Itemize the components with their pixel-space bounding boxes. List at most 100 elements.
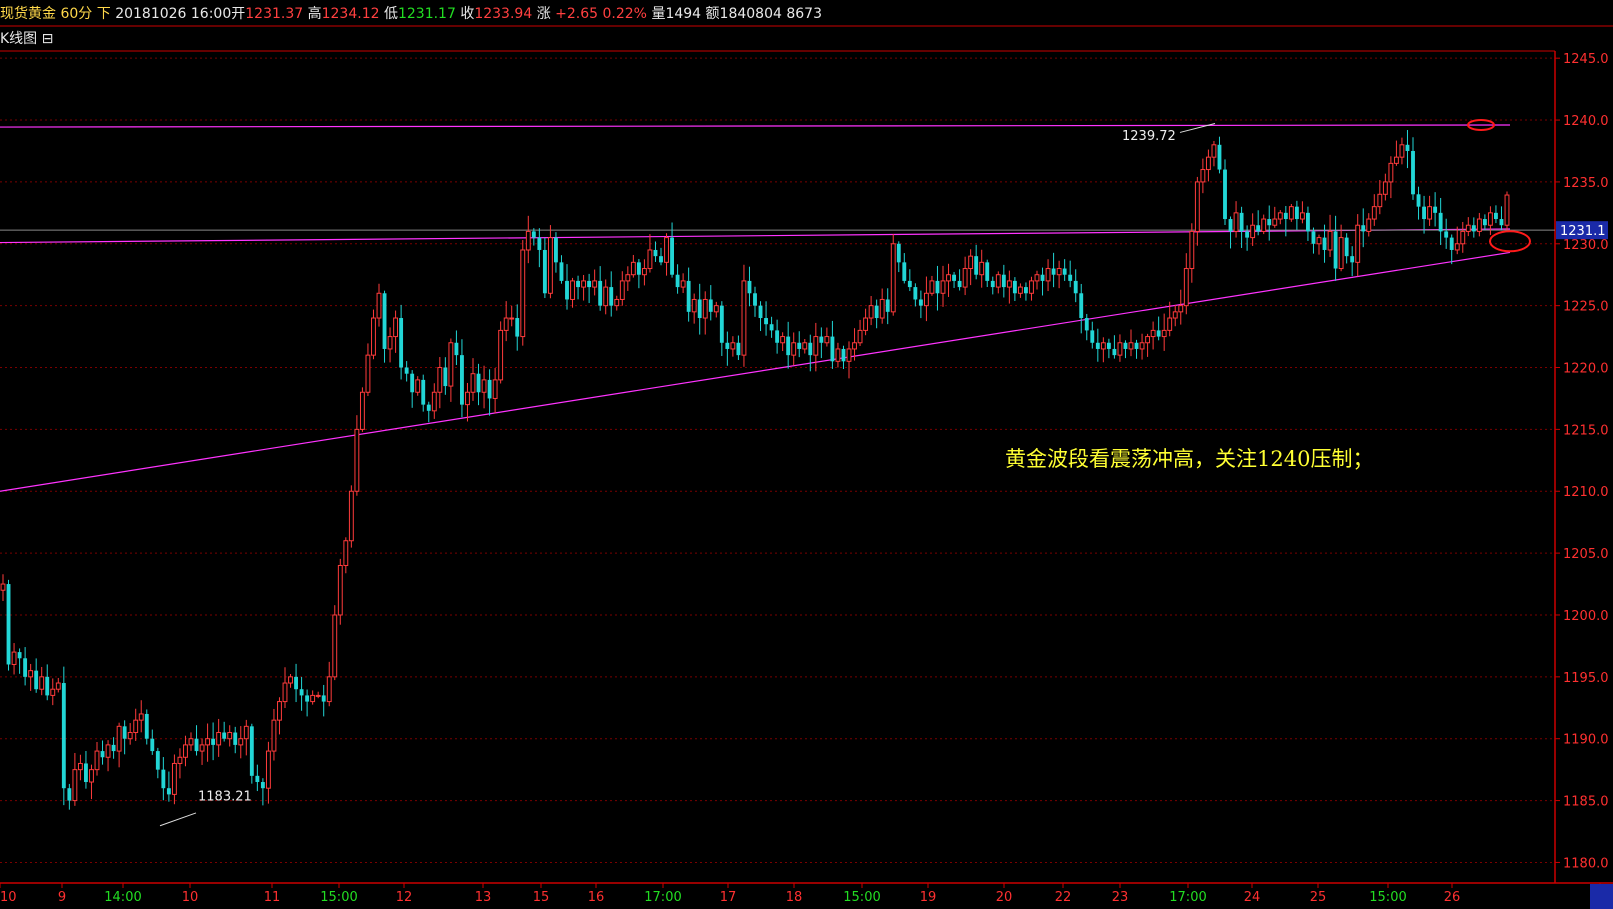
- candle-body: [835, 348, 841, 362]
- candle-body: [326, 676, 332, 703]
- candle-body: [1183, 268, 1189, 307]
- candle-body: [1012, 280, 1017, 294]
- candle-body: [719, 305, 724, 343]
- candle-body: [382, 293, 387, 349]
- candle-body: [265, 750, 271, 789]
- candle-body: [730, 342, 736, 350]
- candle-body: [857, 329, 863, 344]
- candle-body: [1361, 225, 1366, 232]
- candle-body: [890, 243, 896, 313]
- candle-body: [1256, 225, 1261, 232]
- x-tick-label: 19: [920, 890, 937, 905]
- candle-body: [1250, 224, 1256, 239]
- candle-body: [841, 348, 846, 362]
- candle-body: [1366, 218, 1372, 232]
- candle-body: [39, 676, 45, 690]
- candle-body: [565, 280, 569, 300]
- candle-body: [802, 342, 808, 350]
- candle-body: [1245, 231, 1250, 238]
- candle-body: [1487, 212, 1493, 226]
- x-tick-label: 12: [396, 890, 413, 905]
- candle-body: [1150, 329, 1156, 338]
- candle-body: [1416, 194, 1421, 207]
- candle-body: [332, 614, 338, 678]
- candle-body: [990, 280, 995, 288]
- candle-body: [846, 348, 852, 362]
- candle-body: [1261, 218, 1267, 232]
- candle-body: [1438, 212, 1443, 232]
- candle-body: [885, 299, 890, 312]
- candle-body: [1399, 144, 1405, 158]
- candle-body: [625, 274, 631, 282]
- x-tick-label: 17:00: [1169, 890, 1206, 905]
- candle-body: [576, 280, 580, 288]
- candle-body: [686, 280, 691, 312]
- candle-body: [227, 732, 233, 740]
- time-axis: 10 9 14:00 10 11 15:00 12 13 15 16 17:00 17 18 15:00 1…: [0, 883, 1613, 909]
- candle-body: [1024, 287, 1028, 294]
- candle-body: [343, 540, 349, 566]
- candle-body: [1034, 274, 1040, 282]
- y-tick-label: 1180.0: [1563, 856, 1609, 871]
- candle-body: [348, 490, 354, 542]
- candle-body: [67, 788, 72, 801]
- candle-body: [1377, 193, 1383, 208]
- candle-body: [1476, 218, 1482, 232]
- candle-body: [487, 379, 492, 399]
- candle-body: [84, 763, 88, 783]
- candle-body: [299, 689, 304, 696]
- candle-body: [764, 318, 768, 325]
- candle-body: [222, 732, 227, 739]
- candle-body: [1333, 231, 1338, 269]
- candle-body: [211, 738, 216, 745]
- candle-body: [1382, 181, 1388, 195]
- candle-body: [17, 652, 22, 659]
- candle-body: [957, 280, 962, 288]
- x-tick-label: 20: [996, 890, 1013, 905]
- candle-body: [1172, 311, 1178, 319]
- candle-body: [1288, 206, 1294, 220]
- candle-body: [1465, 224, 1471, 232]
- candle-body: [1427, 206, 1433, 220]
- candle-body: [598, 280, 603, 306]
- candle-body: [277, 701, 282, 721]
- candle-body: [354, 428, 360, 492]
- candle-body: [1128, 342, 1134, 350]
- x-tick-label: 25: [1310, 890, 1327, 905]
- candle-body: [1189, 230, 1195, 270]
- candle-body: [410, 373, 415, 393]
- candle-body: [376, 292, 382, 319]
- y-tick-label: 1205.0: [1563, 547, 1609, 562]
- x-tick-label: 10: [182, 890, 199, 905]
- candle-body: [161, 769, 166, 789]
- candle-body: [1100, 342, 1106, 350]
- candle-body: [155, 751, 160, 770]
- candle-body: [664, 237, 669, 263]
- candle-body: [1211, 144, 1217, 158]
- candle-body: [747, 280, 752, 294]
- candle-body: [1217, 144, 1222, 170]
- candle-body: [1344, 237, 1349, 257]
- y-tick-label: 1185.0: [1563, 795, 1609, 810]
- y-tick-label: 1240.0: [1563, 114, 1609, 129]
- candle-body: [1388, 162, 1394, 183]
- candle-body: [780, 336, 786, 344]
- candle-body: [753, 293, 757, 306]
- candle-body: [852, 342, 857, 350]
- candle-body: [515, 318, 520, 337]
- candle-body: [28, 670, 34, 678]
- candle-body: [824, 336, 830, 344]
- x-tick-label: 18: [786, 890, 803, 905]
- candle-body: [653, 249, 658, 257]
- candle-body: [1161, 329, 1167, 338]
- candle-body: [630, 261, 636, 276]
- candle-body: [1045, 268, 1051, 282]
- candle-body: [1106, 342, 1111, 349]
- candle-body: [1194, 181, 1200, 232]
- candle-body: [979, 261, 985, 276]
- candle-body: [437, 367, 443, 393]
- candle-body: [1029, 280, 1034, 294]
- low-leader: [159, 812, 197, 827]
- candle-body: [952, 274, 956, 281]
- candle-body: [55, 682, 61, 690]
